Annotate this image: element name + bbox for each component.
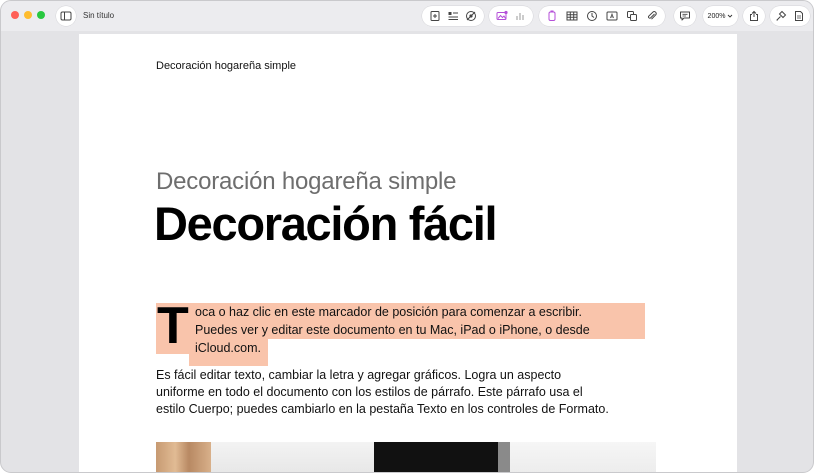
shape-icon[interactable] xyxy=(546,10,558,22)
document-subtitle[interactable]: Decoración hogareña simple xyxy=(156,168,457,196)
zoom-level: 200% xyxy=(707,12,726,20)
photo-dark-area[interactable] xyxy=(374,442,498,472)
table-icon[interactable] xyxy=(566,10,578,22)
text-style-icon[interactable] xyxy=(447,10,459,22)
placeholder-text-line[interactable]: iCloud.com. xyxy=(195,341,261,355)
share-button[interactable] xyxy=(743,6,765,26)
paperclip-icon[interactable] xyxy=(646,10,658,22)
clock-icon[interactable] xyxy=(586,10,598,22)
photo-edge-strip[interactable] xyxy=(498,442,510,472)
body-text-line[interactable]: estilo Cuerpo; puedes cambiarlo en la pe… xyxy=(156,402,609,416)
zoom-control[interactable]: 200% xyxy=(703,6,738,26)
body-text-line[interactable]: Es fácil editar texto, cambiar la letra … xyxy=(156,368,561,382)
sidebar-icon xyxy=(60,10,72,22)
close-window-button[interactable] xyxy=(11,11,19,19)
page-header[interactable]: Decoración hogareña simple xyxy=(156,60,296,72)
placeholder-text-line[interactable]: oca o haz clic en este marcador de posic… xyxy=(195,305,582,319)
document-title-heading[interactable]: Decoración fácil xyxy=(154,196,498,251)
photo-wood-panel[interactable] xyxy=(156,442,211,472)
maximize-window-button[interactable] xyxy=(37,11,45,19)
comment-button[interactable] xyxy=(674,6,696,26)
insert-toolbar-group xyxy=(422,6,484,26)
document-icon[interactable] xyxy=(793,10,805,22)
placeholder-text-line[interactable]: Puedes ver y editar este documento en tu… xyxy=(195,323,590,337)
text-box-icon[interactable] xyxy=(606,10,618,22)
document-title: Sin título xyxy=(83,11,115,20)
drop-cap-letter[interactable]: T xyxy=(157,298,189,354)
chevron-down-icon xyxy=(727,10,733,22)
body-text-line[interactable]: uniforme en todo el documento con los es… xyxy=(156,385,583,399)
minimize-window-button[interactable] xyxy=(24,11,32,19)
app-window: Sin título 200% Decoración hogareña simp… xyxy=(0,0,814,473)
title-bar: Sin título 200% xyxy=(1,1,813,31)
media-toolbar-group xyxy=(489,6,533,26)
document-page[interactable]: Decoración hogareña simple Decoración ho… xyxy=(79,34,737,472)
photo-light-wall[interactable] xyxy=(211,442,374,472)
comment-icon xyxy=(679,10,691,22)
chart-icon[interactable] xyxy=(514,10,526,22)
sidebar-toggle-button[interactable] xyxy=(56,6,76,26)
media-icon[interactable] xyxy=(496,10,508,22)
objects-toolbar-group xyxy=(539,6,665,26)
format-brush-icon[interactable] xyxy=(775,10,787,22)
share-icon xyxy=(748,10,760,22)
copy-icon[interactable] xyxy=(626,10,638,22)
format-toolbar-group xyxy=(770,6,810,26)
add-page-icon[interactable] xyxy=(429,10,441,22)
settings-badge-icon[interactable] xyxy=(465,10,477,22)
photo-light-area[interactable] xyxy=(510,442,656,472)
